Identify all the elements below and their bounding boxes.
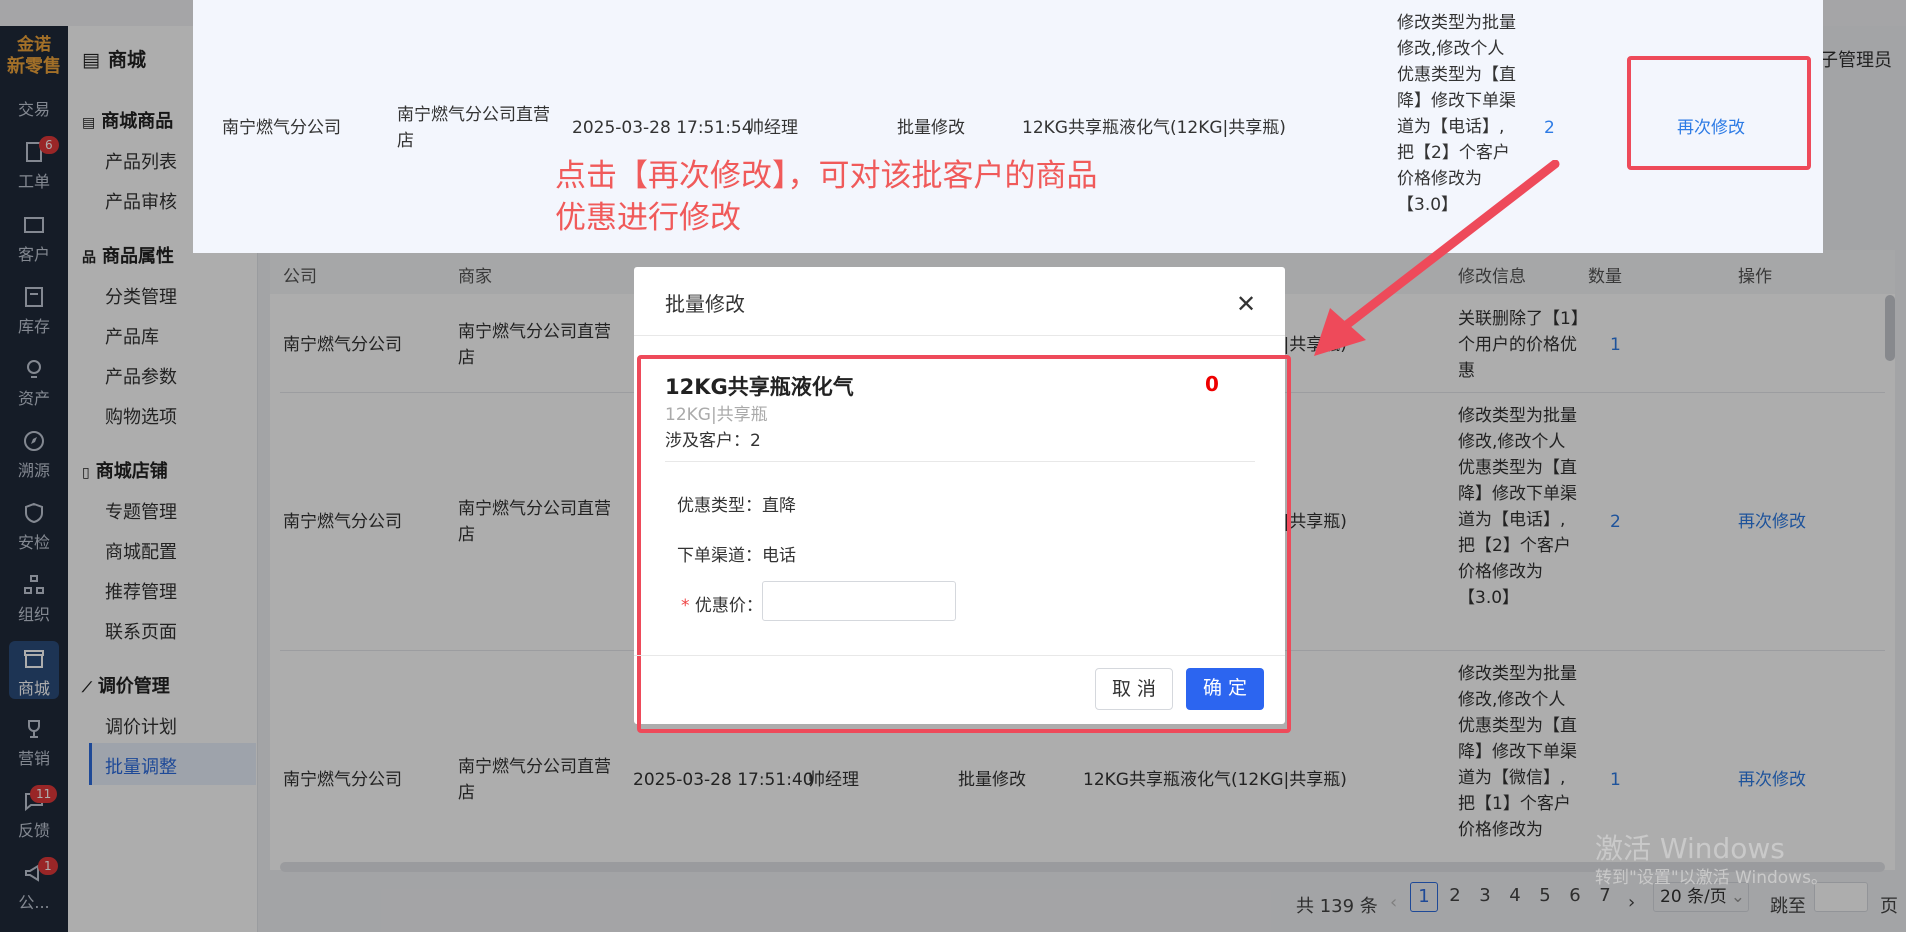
watermark-line1: 激活 Windows bbox=[1595, 832, 1785, 865]
discount-type-row: 优惠类型：直降 bbox=[677, 491, 796, 516]
highlight-box-action bbox=[1627, 56, 1811, 170]
popup-modify-again-link[interactable]: 再次修改 bbox=[1677, 115, 1745, 141]
watermark-line2: 转到"设置"以激活 Windows。 bbox=[1595, 868, 1828, 888]
modal-count: 0 bbox=[1205, 372, 1219, 396]
customers-value: 2 bbox=[750, 431, 761, 451]
popup-product: 12KG共享瓶液化气(12KG|共享瓶) bbox=[1022, 118, 1286, 138]
discount-price-input[interactable] bbox=[762, 581, 956, 621]
close-icon[interactable]: ✕ bbox=[1236, 290, 1256, 318]
popup-type: 批量修改 bbox=[897, 118, 965, 138]
price-label-row: * 优惠价： bbox=[681, 591, 763, 616]
popup-merchant: 南宁燃气分公司直营店 bbox=[397, 105, 550, 151]
modal-customers: 涉及客户：2 bbox=[665, 426, 761, 451]
channel-value: 电话 bbox=[762, 546, 796, 566]
modal-footer-divider bbox=[634, 655, 1285, 656]
discount-type-label: 优惠类型： bbox=[677, 496, 762, 516]
discount-type-value: 直降 bbox=[762, 496, 796, 516]
confirm-button[interactable]: 确 定 bbox=[1186, 668, 1264, 710]
popup-qty-link[interactable]: 2 bbox=[1544, 115, 1555, 141]
modal-product-spec: 12KG|共享瓶 bbox=[665, 405, 768, 425]
popup-operator: 帅经理 bbox=[747, 118, 798, 138]
modal-title: 批量修改 bbox=[665, 292, 745, 316]
windows-activation-watermark: 激活 Windows 转到"设置"以激活 Windows。 bbox=[1595, 832, 1828, 890]
arrow-icon bbox=[1314, 160, 1560, 356]
modal-header-divider bbox=[634, 335, 1285, 336]
modal-product-name: 12KG共享瓶液化气 bbox=[665, 375, 854, 399]
channel-row: 下单渠道：电话 bbox=[677, 541, 796, 566]
popup-company: 南宁燃气分公司 bbox=[222, 118, 341, 138]
required-asterisk: * bbox=[681, 596, 690, 616]
popup-time: 2025-03-28 17:51:54 bbox=[572, 118, 753, 138]
modal-section-divider bbox=[665, 461, 1255, 462]
price-label: 优惠价： bbox=[694, 596, 763, 616]
annotation-text: 点击【再次修改】，可对该批客户的商品优惠进行修改 bbox=[555, 158, 1098, 236]
customers-label: 涉及客户： bbox=[665, 431, 750, 451]
cancel-button[interactable]: 取 消 bbox=[1095, 668, 1173, 710]
channel-label: 下单渠道： bbox=[677, 546, 762, 566]
